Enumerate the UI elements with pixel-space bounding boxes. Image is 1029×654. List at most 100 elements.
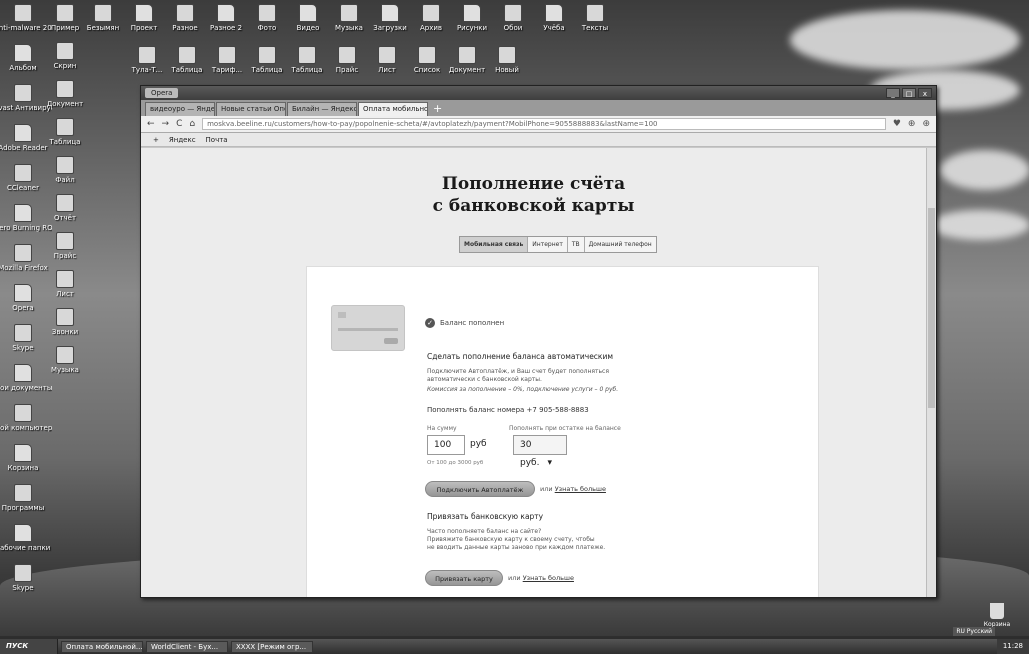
desktop-icon[interactable]: Таблица	[36, 118, 94, 146]
file-icon	[56, 270, 74, 288]
tab-internet[interactable]: Интернет	[528, 237, 568, 252]
file-icon	[56, 156, 74, 174]
file-icon	[14, 364, 32, 382]
desktop-icon[interactable]: Скрин	[36, 42, 94, 70]
maximize-button[interactable]: □	[902, 88, 916, 98]
url-input[interactable]: moskva.beeline.ru/customers/how-to-pay/p…	[202, 118, 886, 130]
auto-heading: Сделать пополнение баланса автоматически…	[427, 352, 613, 361]
file-icon	[56, 80, 74, 98]
file-icon	[14, 284, 32, 302]
taskbar-item[interactable]: XXXX [Режим огр...	[231, 640, 313, 653]
file-icon	[338, 46, 356, 64]
file-icon	[381, 4, 399, 22]
file-icon	[56, 194, 74, 212]
file-icon	[545, 4, 563, 22]
desktop-icon[interactable]: Корзина	[0, 444, 52, 472]
file-icon	[258, 4, 276, 22]
taskbar-item[interactable]: Оплата мобильной...	[61, 640, 143, 653]
bank-card-image	[331, 305, 405, 351]
browser-tab-active[interactable]: Оплата мобильной св×	[358, 102, 428, 116]
desktop-icon[interactable]: Лист	[36, 270, 94, 298]
page-viewport: Пополнение счёта с банковской карты Моби…	[141, 148, 936, 597]
amount-input[interactable]: 100	[427, 435, 465, 455]
file-icon	[463, 4, 481, 22]
range-hint: От 100 до 3000 руб	[427, 460, 484, 466]
clock[interactable]: 11:28	[996, 639, 1029, 654]
file-icon	[56, 118, 74, 136]
start-button[interactable]: ПУСК	[0, 639, 58, 654]
file-icon	[14, 84, 32, 102]
file-icon	[14, 4, 32, 22]
desktop-icon[interactable]: Мой компьютер	[0, 404, 52, 432]
learn-more-link[interactable]: Узнать больше	[523, 574, 574, 582]
language-bar[interactable]: RU Русский	[953, 627, 995, 636]
desktop-icon[interactable]: Skype	[0, 564, 52, 592]
commission-text: Комиссия за пополнение – 0%, подключение…	[427, 386, 619, 393]
file-icon	[56, 42, 74, 60]
file-icon	[14, 404, 32, 422]
minimize-button[interactable]: _	[886, 88, 900, 98]
home-icon[interactable]: ⌂	[189, 119, 195, 129]
browser-tab[interactable]: видеоуро — Яндекс: на×	[145, 102, 215, 116]
desktop-icon[interactable]: Новый	[478, 46, 536, 74]
add-bookmark-button[interactable]: +	[153, 136, 159, 144]
amount-label: На сумму	[427, 425, 457, 432]
bookmark-mail[interactable]: Почта	[206, 136, 228, 144]
file-icon	[217, 4, 235, 22]
file-icon	[504, 4, 522, 22]
threshold-select[interactable]: 30 руб. ▾	[513, 435, 567, 468]
file-icon	[56, 346, 74, 364]
file-icon	[14, 204, 32, 222]
tab-tv[interactable]: ТВ	[568, 237, 585, 252]
bind-heading: Привязать банковскую карту	[427, 512, 544, 521]
forward-icon[interactable]: →	[162, 119, 170, 129]
desktop-icon[interactable]: Рабочие папки	[0, 524, 52, 552]
back-icon[interactable]: ←	[147, 119, 155, 129]
vertical-scrollbar[interactable]	[926, 148, 936, 597]
file-icon	[138, 46, 156, 64]
file-icon	[94, 4, 112, 22]
opera-menu-button[interactable]: Opera	[145, 88, 179, 98]
scrollbar-thumb[interactable]	[928, 208, 935, 408]
desktop-icon[interactable]: Документ	[36, 80, 94, 108]
extension-icon[interactable]: ⊕	[908, 119, 916, 129]
browser-tab[interactable]: Новые статьи Опера×	[216, 102, 286, 116]
browser-window: Opera _ □ x видеоуро — Яндекс: на× Новые…	[140, 85, 937, 598]
bind-card-button[interactable]: Привязать карту	[425, 570, 503, 586]
desktop-icon[interactable]: Программы	[0, 484, 52, 512]
file-icon	[340, 4, 358, 22]
desktop-icon[interactable]: Звонки	[36, 308, 94, 336]
learn-more-row: или Узнать больше	[508, 574, 574, 582]
file-icon	[418, 46, 436, 64]
desktop-icon[interactable]: Музыка	[36, 346, 94, 374]
desktop-icon[interactable]: Отчёт	[36, 194, 94, 222]
page-title: Пополнение счёта с банковской карты	[432, 174, 635, 216]
file-icon	[14, 44, 32, 62]
file-icon	[14, 524, 32, 542]
threshold-label: Пополнять при остатке на балансе	[509, 425, 621, 432]
desktop-icon[interactable]: Файл	[36, 156, 94, 184]
download-icon[interactable]: ⊕	[922, 119, 930, 129]
file-icon	[298, 46, 316, 64]
new-tab-button[interactable]: +	[429, 102, 442, 116]
tab-home-phone[interactable]: Домашний телефон	[585, 237, 656, 252]
learn-more-link[interactable]: Узнать больше	[555, 485, 606, 493]
window-titlebar[interactable]: Opera _ □ x	[141, 86, 936, 100]
desktop-icon[interactable]: Тексты	[566, 4, 624, 32]
file-icon	[178, 46, 196, 64]
address-bar-row: ← → C ⌂ moskva.beeline.ru/customers/how-…	[141, 116, 936, 133]
reload-icon[interactable]: C	[176, 119, 182, 129]
taskbar-item[interactable]: WorldClient - Бух...	[146, 640, 228, 653]
bind-desc: не вводить данные карты заново при каждо…	[427, 544, 606, 551]
tab-mobile[interactable]: Мобильная связь	[460, 237, 529, 252]
recycle-bin-icon[interactable]: Корзина	[981, 603, 1013, 628]
file-icon	[258, 46, 276, 64]
heart-icon[interactable]: ♥	[893, 119, 901, 129]
close-button[interactable]: x	[918, 88, 932, 98]
desktop-icon[interactable]: Прайс	[36, 232, 94, 260]
browser-tab[interactable]: Билайн — Яндекс: нашл×	[287, 102, 357, 116]
bookmark-yandex[interactable]: Яндекс	[169, 136, 196, 144]
file-icon	[586, 4, 604, 22]
connect-autopay-button[interactable]: Подключить Автоплатёж	[425, 481, 535, 497]
learn-more-row: или Узнать больше	[540, 485, 606, 493]
